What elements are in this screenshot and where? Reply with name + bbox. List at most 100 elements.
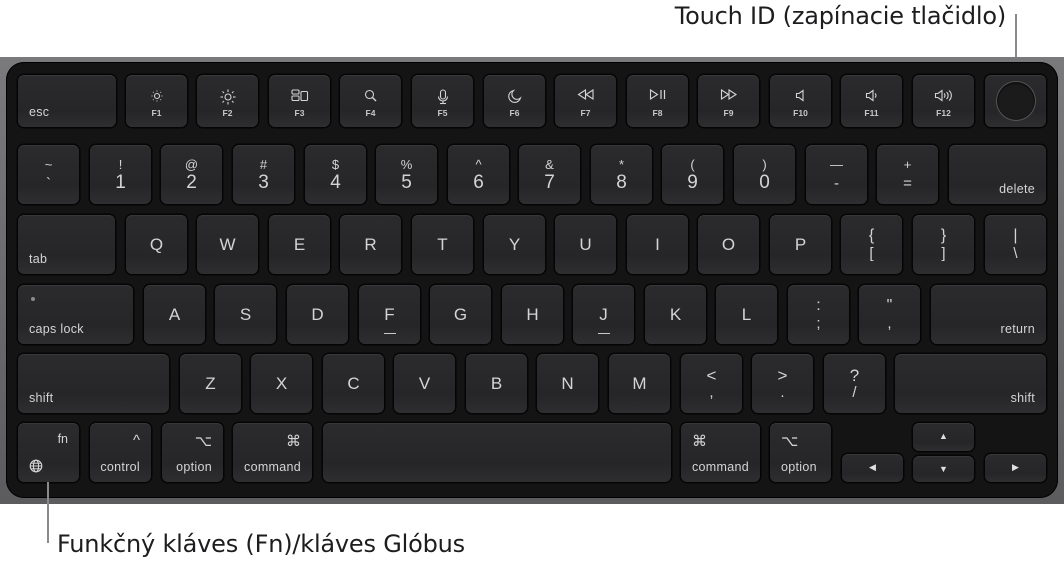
key-arrow-left[interactable]: ◀ xyxy=(842,454,903,482)
key-num-12[interactable]: + = xyxy=(877,145,938,204)
key-f10[interactable]: F10 xyxy=(770,75,831,127)
key-d[interactable]: D xyxy=(287,285,348,344)
key-primary-symbol: , xyxy=(887,315,892,332)
key-b[interactable]: B xyxy=(466,354,527,413)
fkey-label: F1 xyxy=(151,108,162,118)
key-bracket-2[interactable]: | \ xyxy=(985,215,1046,274)
key-punct-0[interactable]: :; xyxy=(788,285,849,344)
key-num-0[interactable]: ~ ` xyxy=(18,145,79,204)
key-shift-symbol: ( xyxy=(690,157,695,172)
key-punct-z-0[interactable]: <, xyxy=(681,354,742,413)
key-c[interactable]: C xyxy=(323,354,384,413)
key-letter: A xyxy=(168,304,181,324)
key-primary-symbol: / xyxy=(852,384,857,401)
key-f4[interactable]: F4 xyxy=(340,75,401,127)
key-f12[interactable]: F12 xyxy=(913,75,974,127)
key-option-left[interactable]: ⌥ option xyxy=(162,423,223,482)
key-y[interactable]: Y xyxy=(484,215,545,274)
key-z[interactable]: Z xyxy=(180,354,241,413)
key-f11[interactable]: F11 xyxy=(841,75,902,127)
key-num-6[interactable]: ^ 6 xyxy=(448,145,509,204)
key-num-3[interactable]: #3 xyxy=(233,145,294,204)
key-f5[interactable]: F5 xyxy=(412,75,473,127)
key-num-11[interactable]: — - xyxy=(806,145,867,204)
key-shift-left[interactable]: shift xyxy=(18,354,169,413)
key-punct-1[interactable]: ", xyxy=(859,285,920,344)
key-h[interactable]: H xyxy=(502,285,563,344)
fn-globe-leader-line xyxy=(47,482,49,543)
key-option-right[interactable]: ⌥ option xyxy=(770,423,831,482)
key-control[interactable]: ^ control xyxy=(90,423,151,482)
key-f6[interactable]: F6 xyxy=(484,75,545,127)
key-f1[interactable]: F1 xyxy=(126,75,187,127)
key-letter: S xyxy=(239,304,252,324)
key-i[interactable]: I xyxy=(627,215,688,274)
key-f3[interactable]: F3 xyxy=(269,75,330,127)
key-primary-symbol: 9 xyxy=(687,172,698,193)
key-primary-symbol: 6 xyxy=(473,172,484,193)
key-num-5[interactable]: % 5 xyxy=(376,145,437,204)
key-k[interactable]: K xyxy=(645,285,706,344)
key-arrow-right[interactable]: ▶ xyxy=(985,454,1046,482)
key-delete[interactable]: delete xyxy=(949,145,1046,204)
key-q[interactable]: Q xyxy=(126,215,187,274)
key-num-8[interactable]: * 8 xyxy=(591,145,652,204)
key-num-7[interactable]: & 7 xyxy=(519,145,580,204)
key-t[interactable]: T xyxy=(412,215,473,274)
key-l[interactable]: L xyxy=(716,285,777,344)
key-e[interactable]: E xyxy=(269,215,330,274)
key-return[interactable]: return xyxy=(931,285,1046,344)
key-letter: X xyxy=(275,373,288,393)
key-num-2[interactable]: @2 xyxy=(161,145,222,204)
key-f9[interactable]: F9 xyxy=(698,75,759,127)
key-u[interactable]: U xyxy=(555,215,616,274)
key-punct-z-2[interactable]: ? / xyxy=(824,354,885,413)
key-num-1[interactable]: ! 1 xyxy=(90,145,151,204)
key-j[interactable]: J xyxy=(573,285,634,344)
key-primary-symbol: 8 xyxy=(616,172,627,193)
key-command-right[interactable]: ⌘ command xyxy=(681,423,760,482)
key-p[interactable]: P xyxy=(770,215,831,274)
key-x[interactable]: X xyxy=(251,354,312,413)
key-f7[interactable]: F7 xyxy=(555,75,616,127)
key-f2[interactable]: F2 xyxy=(197,75,258,127)
key-w[interactable]: W xyxy=(197,215,258,274)
key-label-option: option xyxy=(781,460,817,474)
key-touch-id[interactable] xyxy=(985,75,1046,127)
key-command-left[interactable]: ⌘ command xyxy=(233,423,312,482)
key-num-4[interactable]: $4 xyxy=(305,145,366,204)
key-f8[interactable]: F8 xyxy=(627,75,688,127)
key-shift-symbol: < xyxy=(706,366,717,385)
key-s[interactable]: S xyxy=(215,285,276,344)
key-arrow-down[interactable]: ▼ xyxy=(913,456,974,482)
key-shift-symbol: " xyxy=(886,297,893,314)
key-punct-z-1[interactable]: >. xyxy=(752,354,813,413)
key-g[interactable]: G xyxy=(430,285,491,344)
key-bracket-0[interactable]: {[ xyxy=(841,215,902,274)
key-primary-symbol: 2 xyxy=(186,172,197,193)
key-tab[interactable]: tab xyxy=(18,215,115,274)
key-arrow-up[interactable]: ▲ xyxy=(913,423,974,451)
key-m[interactable]: M xyxy=(609,354,670,413)
key-primary-symbol: 4 xyxy=(330,172,341,193)
key-space[interactable] xyxy=(323,423,671,482)
key-letter: L xyxy=(741,304,752,324)
key-primary-symbol: 7 xyxy=(544,172,555,193)
key-num-9[interactable]: (9 xyxy=(662,145,723,204)
key-bracket-1[interactable]: }] xyxy=(913,215,974,274)
key-caps-lock[interactable]: caps lock xyxy=(18,285,133,344)
key-letter: E xyxy=(293,234,306,254)
fast-forward-icon xyxy=(698,89,759,105)
key-n[interactable]: N xyxy=(537,354,598,413)
key-v[interactable]: V xyxy=(394,354,455,413)
key-num-10[interactable]: ) 0 xyxy=(734,145,795,204)
key-a[interactable]: A xyxy=(144,285,205,344)
key-letter: I xyxy=(655,234,660,254)
key-fn-globe[interactable]: fn xyxy=(18,423,79,482)
key-esc[interactable]: esc xyxy=(18,75,116,127)
key-shift-right[interactable]: shift xyxy=(895,354,1046,413)
key-o[interactable]: O xyxy=(698,215,759,274)
key-r[interactable]: R xyxy=(340,215,401,274)
key-f[interactable]: F xyxy=(359,285,420,344)
arrow-down-icon: ▼ xyxy=(939,464,948,474)
